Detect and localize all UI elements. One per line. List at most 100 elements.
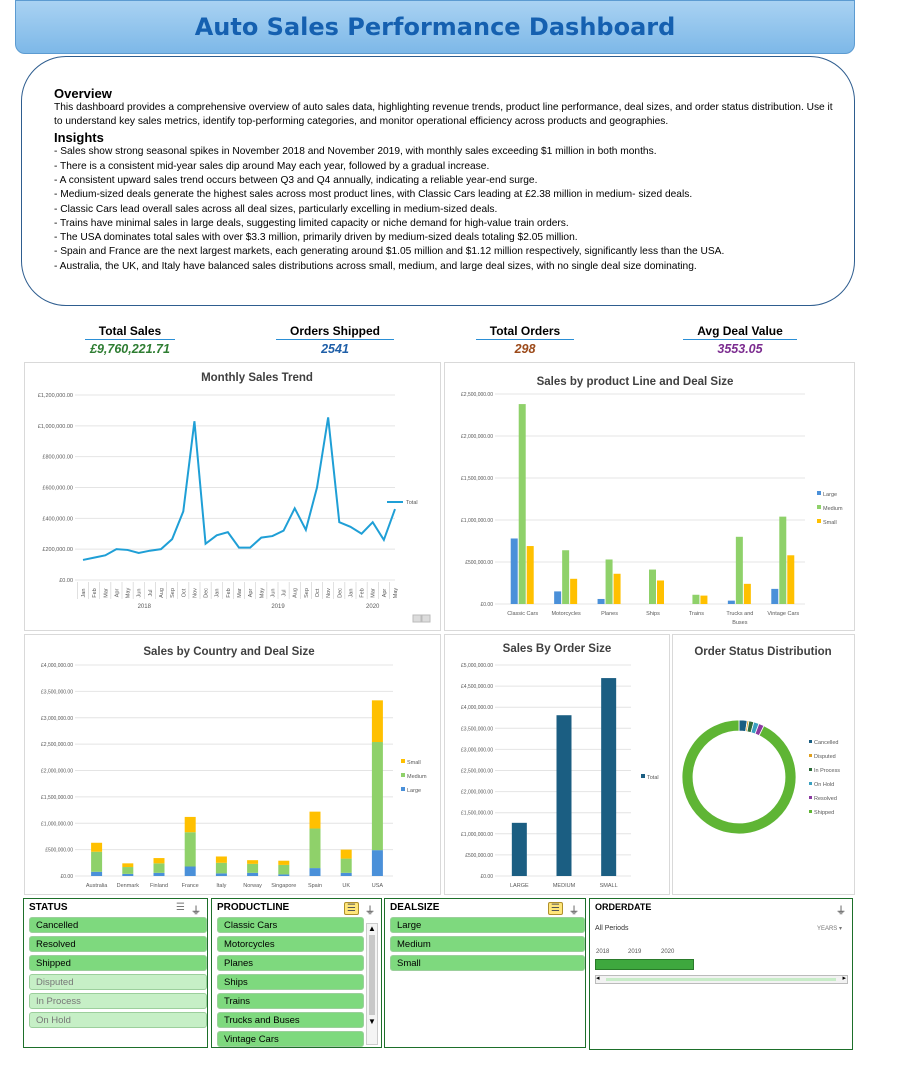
clear-filter-icon[interactable]: ⏚ (191, 902, 201, 917)
monthly-sales-chart[interactable]: Monthly Sales Trend £1,200,000.00 £1,000,0… (24, 362, 441, 631)
y-tick-label: £500,000.00 (465, 560, 493, 566)
bar (735, 536, 743, 604)
slicer-item[interactable]: Shipped (29, 955, 207, 971)
x-tick-label: Oct (315, 588, 321, 597)
chart-title: Sales by Country and Deal Size (143, 646, 314, 658)
slicer-item[interactable]: Planes (217, 955, 364, 971)
kpi-value: 3553.05 (717, 342, 763, 356)
x-tick-label: UK (342, 883, 350, 889)
insight-item: - Medium-sized deals generate the highes… (54, 189, 693, 201)
year-label: 2020 (366, 604, 380, 610)
bar-segment (278, 860, 290, 865)
timeline-header: ORDERDATE ⏚ (590, 899, 852, 917)
multiselect-icon[interactable]: ☰ (344, 902, 359, 915)
scroll-thumb[interactable] (369, 935, 375, 1015)
x-tick-label: Vintage Cars (767, 611, 799, 617)
y-tick-label: £1,000,000.00 (41, 821, 73, 827)
slicer-title: DEALSIZE (390, 902, 440, 913)
legend-label: Cancelled (814, 740, 838, 746)
x-tick-label: Jul (282, 589, 288, 596)
slicer-item[interactable]: Trains (217, 993, 364, 1009)
y-tick-label: £2,500,000.00 (41, 742, 73, 748)
x-tick-label: Jun (270, 589, 276, 598)
slicer-item[interactable]: Motorcycles (217, 936, 364, 952)
order-size-chart[interactable]: Sales By Order Size £5,000,000.00 £4,500,0… (444, 634, 670, 895)
slicer-item[interactable]: Trucks and Buses (217, 1012, 364, 1028)
timeline-title: ORDERDATE (595, 902, 652, 912)
scroll-left-icon[interactable]: ◂ (596, 974, 600, 982)
timeline-selection-bar[interactable] (595, 959, 694, 970)
overview-heading: Overview (54, 86, 112, 101)
slicer-item[interactable]: In Process (29, 993, 207, 1009)
bar-segment (371, 850, 383, 876)
multiselect-icon[interactable]: ☰ (548, 902, 563, 915)
collapse-button (421, 614, 431, 623)
kpi-value: 298 (514, 342, 536, 356)
order-size-svg: Sales By Order Size £5,000,000.00 £4,500,0… (461, 643, 659, 889)
bar (556, 715, 572, 876)
y-tick-label: £2,500,000.00 (461, 392, 493, 398)
donut-slice (681, 719, 797, 835)
kpi-label: Total Sales (84, 324, 176, 340)
x-tick-label: Sep (304, 588, 310, 598)
insight-item: - The USA dominates total sales with ove… (54, 232, 578, 244)
scroll-down-icon[interactable]: ▼ (367, 1017, 377, 1026)
dealsize-slicer: DEALSIZE ☰ ⏚ Large Medium Small (384, 898, 586, 1048)
bar (657, 580, 664, 604)
clear-filter-icon[interactable]: ⏚ (836, 902, 846, 917)
x-tick-label: Nov (192, 588, 198, 598)
timeline-scrollbar[interactable]: ◂ ▸ (595, 975, 848, 984)
slicer-item[interactable]: Classic Cars (217, 917, 364, 933)
scroll-thumb[interactable] (606, 978, 836, 981)
legend-label: Total (406, 500, 418, 506)
bar-segment (340, 849, 352, 859)
order-status-chart[interactable]: Order Status Distribution Cancelled Disput… (672, 634, 855, 895)
slicer-item[interactable]: Ships (217, 974, 364, 990)
x-tick-label: Apr (382, 589, 388, 598)
bar-segment (340, 872, 352, 876)
y-tick-label: £4,000,000.00 (461, 705, 493, 711)
slicer-item[interactable]: Resolved (29, 936, 207, 952)
slicer-item[interactable]: Disputed (29, 974, 207, 990)
y-tick-label: £2,000,000.00 (41, 769, 73, 775)
expand-button (412, 614, 422, 623)
slicer-item[interactable]: Large (390, 917, 585, 933)
x-tick-label: Feb (92, 588, 98, 597)
scroll-right-icon[interactable]: ▸ (842, 974, 846, 982)
multiselect-icon[interactable]: ☰ (176, 902, 185, 913)
slicer-item[interactable]: Medium (390, 936, 585, 952)
x-tick-label: Finland (150, 883, 168, 889)
x-tick-label: Oct (181, 588, 187, 597)
clear-filter-icon[interactable]: ⏚ (365, 902, 375, 917)
legend-swatch (809, 810, 812, 813)
product-line-chart[interactable]: Sales by product Line and Deal Size £2,50… (444, 362, 855, 631)
y-tick-label: £3,500,000.00 (461, 726, 493, 732)
slicer-scrollbar[interactable]: ▲ ▼ (366, 923, 378, 1045)
x-tick-label: Singapore (271, 883, 296, 889)
clear-filter-icon[interactable]: ⏚ (569, 902, 579, 917)
y-tick-label: £1,000,000.00 (461, 832, 493, 838)
slicer-item[interactable]: Cancelled (29, 917, 207, 933)
sales-trend-line (82, 417, 396, 561)
legend-swatch (817, 491, 821, 495)
scroll-up-icon[interactable]: ▲ (367, 924, 377, 933)
bar (570, 578, 578, 604)
bar (605, 559, 613, 604)
slicer-items: Large Medium Small (385, 917, 585, 971)
slicer-item[interactable]: Vintage Cars (217, 1031, 364, 1047)
slicer-item[interactable]: Small (390, 955, 585, 971)
y-tick-label: £0.00 (480, 602, 493, 608)
page-title: Auto Sales Performance Dashboard (194, 13, 676, 41)
country-chart[interactable]: Sales by Country and Deal Size £4,000,000… (24, 634, 441, 895)
y-tick-label: £1,000,000.00 (461, 518, 493, 524)
x-tick-label: Mar (103, 588, 109, 598)
bar (649, 569, 656, 604)
monthly-sales-svg: Monthly Sales Trend £1,200,000.00 £1,000,0… (38, 372, 431, 623)
slicer-item[interactable]: On Hold (29, 1012, 207, 1028)
timeline-unit-dropdown[interactable]: YEARS ▾ (817, 925, 842, 932)
timeline-year-label: 2020 (661, 949, 675, 955)
orderdate-timeline: ORDERDATE ⏚ All Periods YEARS ▾ 2018 2019… (589, 898, 853, 1050)
insight-item: - Sales show strong seasonal spikes in N… (54, 146, 657, 158)
bar (613, 573, 621, 604)
slicer-header: PRODUCTLINE ☰ ⏚ (212, 899, 381, 917)
